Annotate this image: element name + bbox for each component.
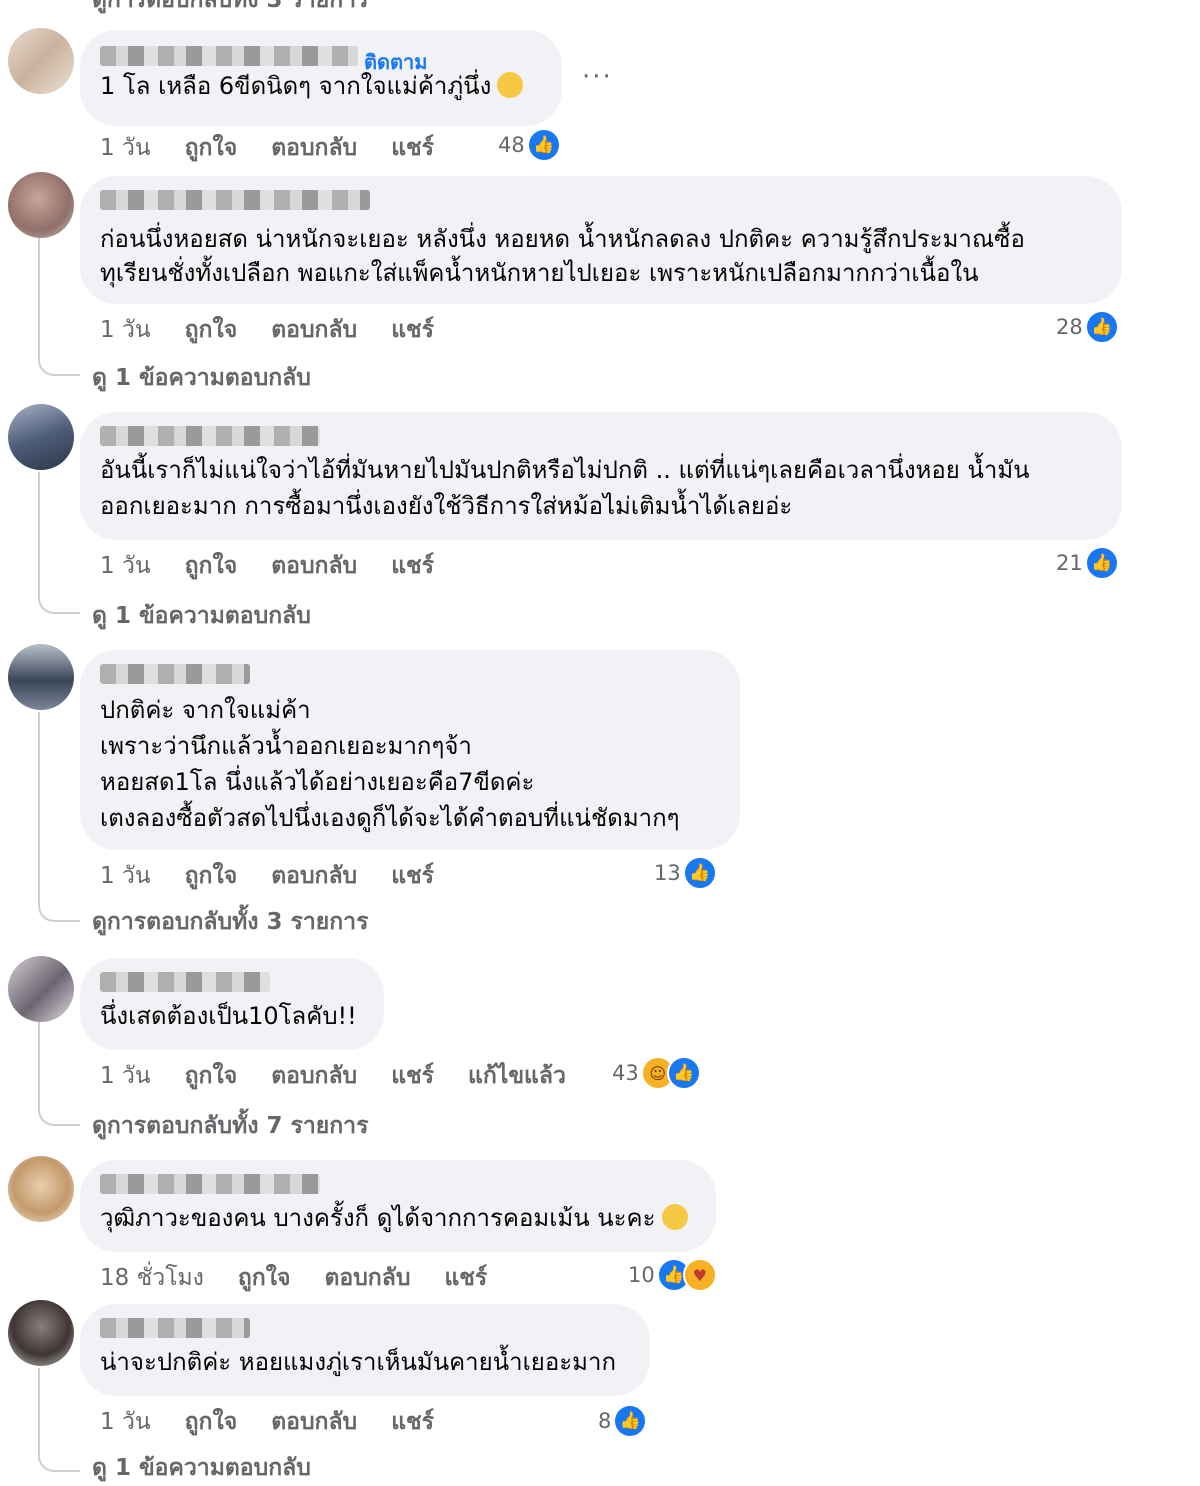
like-button[interactable]: ถูกใจ: [185, 863, 238, 889]
comment-bubble: ก่อนนึ่งหอยสด น่าหนักจะเยอะ หลังนึ่ง หอย…: [80, 176, 1122, 304]
reaction-count[interactable]: 8 👍: [598, 1404, 648, 1438]
comment-author[interactable]: [100, 1174, 696, 1196]
reply-button[interactable]: ตอบกลับ: [271, 317, 357, 343]
like-button[interactable]: ถูกใจ: [185, 553, 238, 579]
comment-actions: 1 วัน ถูกใจ ตอบกลับ แชร์: [100, 548, 460, 584]
reaction-count[interactable]: 43 ☺ 👍: [612, 1056, 701, 1090]
comment-text: ก่อนนึ่งหอยสด น่าหนักจะเยอะ หลังนึ่ง หอย…: [100, 225, 1025, 287]
share-button[interactable]: แชร์: [391, 1063, 434, 1089]
comment-time[interactable]: 1 วัน: [100, 1063, 151, 1089]
share-button[interactable]: แชร์: [391, 863, 434, 889]
reaction-count[interactable]: 48 👍: [498, 128, 561, 162]
comment-author[interactable]: [100, 190, 1102, 216]
comment-text: อันนี้เราก็ไม่แน่ใจว่าไอ้ที่มันหายไปมันป…: [100, 456, 1030, 520]
comment-bubble: อันนี้เราก็ไม่แน่ใจว่าไอ้ที่มันหายไปมันป…: [80, 412, 1122, 540]
comment-text: ปกติค่ะ จากใจแม่ค้า เพราะว่านึกแล้วน้ำออ…: [100, 696, 680, 832]
share-button[interactable]: แชร์: [391, 135, 434, 161]
comment-actions: 1 วัน ถูกใจ ตอบกลับ แชร์: [100, 1404, 460, 1440]
like-button[interactable]: ถูกใจ: [238, 1265, 291, 1291]
share-button[interactable]: แชร์: [391, 317, 434, 343]
thumbs-up-icon: 👍: [1084, 310, 1119, 344]
thumbs-up-icon: 👍: [613, 1404, 648, 1438]
comment-bubble: ปกติค่ะ จากใจแม่ค้า เพราะว่านึกแล้วน้ำออ…: [80, 650, 740, 850]
share-button[interactable]: แชร์: [444, 1265, 487, 1291]
comment-author[interactable]: [100, 1318, 630, 1340]
avatar[interactable]: [8, 1156, 74, 1222]
view-replies-link[interactable]: ดูการตอบกลับทั้ง 7 รายการ: [92, 1108, 368, 1144]
reply-button[interactable]: ตอบกลับ: [271, 135, 357, 161]
thumbs-up-icon: 👍: [526, 128, 561, 162]
comment-text: 1 โล เหลือ 6ขีดนิดๆ จากใจแม่ค้าภู่นึ่ง: [100, 68, 542, 104]
like-button[interactable]: ถูกใจ: [185, 1409, 238, 1435]
comment-bubble: นึ่งเสดต้องเป็น10โลคับ!!: [80, 958, 384, 1050]
view-replies-link-top[interactable]: ดูการตอบกลับทั้ง 3 รายการ: [92, 0, 368, 18]
more-options-icon[interactable]: ···: [582, 62, 613, 92]
comment-actions: 1 วัน ถูกใจ ตอบกลับ แชร์: [100, 312, 460, 348]
comment-actions: 18 ชั่วโมง ถูกใจ ตอบกลับ แชร์: [100, 1260, 513, 1296]
thread-elbow: [38, 1106, 80, 1126]
comment-text: วุฒิภาวะของคน บางครั้งก็ ดูได้จากการคอมเ…: [100, 1200, 696, 1236]
comment-bubble: วุฒิภาวะของคน บางครั้งก็ ดูได้จากการคอมเ…: [80, 1160, 716, 1252]
view-replies-link[interactable]: ดู 1 ข้อความตอบกลับ: [92, 360, 311, 396]
care-icon: ♥: [682, 1258, 717, 1292]
comment-time[interactable]: 1 วัน: [100, 553, 151, 579]
comment-author[interactable]: [100, 664, 720, 688]
like-button[interactable]: ถูกใจ: [185, 1063, 238, 1089]
thread-elbow: [38, 1452, 80, 1472]
reply-button[interactable]: ตอบกลับ: [271, 1063, 357, 1089]
avatar[interactable]: [8, 404, 74, 470]
thread-elbow: [38, 356, 80, 376]
reply-button[interactable]: ตอบกลับ: [324, 1265, 410, 1291]
like-button[interactable]: ถูกใจ: [185, 135, 238, 161]
comment-text: นึ่งเสดต้องเป็น10โลคับ!!: [100, 1002, 357, 1030]
reaction-count[interactable]: 13 👍: [654, 856, 717, 890]
view-replies-link[interactable]: ดู 1 ข้อความตอบกลับ: [92, 1450, 311, 1486]
thread-elbow: [38, 902, 80, 922]
comment-bubble: ติดตาม 1 โล เหลือ 6ขีดนิดๆ จากใจแม่ค้าภู…: [80, 30, 562, 126]
comment-actions: 1 วัน ถูกใจ ตอบกลับ แชร์: [100, 130, 460, 166]
thread-line: [38, 1368, 40, 1460]
share-button[interactable]: แชร์: [391, 1409, 434, 1435]
comment-author[interactable]: ติดตาม: [100, 46, 542, 74]
view-replies-link[interactable]: ดู 1 ข้อความตอบกลับ: [92, 598, 311, 634]
comment-author[interactable]: [100, 972, 364, 994]
comment-text: น่าจะปกติค่ะ หอยแมงภู่เราเห็นมันคายน้ำเย…: [100, 1348, 616, 1376]
view-replies-link[interactable]: ดูการตอบกลับทั้ง 3 รายการ: [92, 904, 368, 940]
comment-author[interactable]: [100, 426, 1102, 448]
comment-bubble: น่าจะปกติค่ะ หอยแมงภู่เราเห็นมันคายน้ำเย…: [80, 1304, 650, 1396]
reply-button[interactable]: ตอบกลับ: [271, 1409, 357, 1435]
comment-time[interactable]: 1 วัน: [100, 317, 151, 343]
thumbs-up-icon: 👍: [682, 856, 717, 890]
avatar[interactable]: [8, 172, 74, 238]
thumbs-up-icon: 👍: [1084, 546, 1119, 580]
thread-line: [38, 712, 40, 902]
reply-button[interactable]: ตอบกลับ: [271, 863, 357, 889]
thread-line: [38, 472, 40, 594]
thumbs-up-icon: 👍: [666, 1056, 701, 1090]
smiling-emoji-icon: [661, 1204, 688, 1230]
comment-time[interactable]: 1 วัน: [100, 863, 151, 889]
comment-actions: 1 วัน ถูกใจ ตอบกลับ แชร์: [100, 858, 460, 894]
avatar[interactable]: [8, 644, 74, 710]
thread-line: [38, 1020, 40, 1106]
reply-button[interactable]: ตอบกลับ: [271, 553, 357, 579]
edited-label[interactable]: แก้ไขแล้ว: [468, 1063, 566, 1089]
reaction-count[interactable]: 10 👍 ♥: [628, 1258, 717, 1292]
comment-actions: 1 วัน ถูกใจ ตอบกลับ แชร์ แก้ไขแล้ว: [100, 1058, 592, 1094]
thread-elbow: [38, 594, 80, 614]
reaction-count[interactable]: 28 👍: [1056, 310, 1119, 344]
share-button[interactable]: แชร์: [391, 553, 434, 579]
like-button[interactable]: ถูกใจ: [185, 317, 238, 343]
comment-time[interactable]: 1 วัน: [100, 1409, 151, 1435]
crying-emoji-icon: [497, 72, 524, 98]
avatar[interactable]: [8, 1300, 74, 1366]
reaction-count[interactable]: 21 👍: [1056, 546, 1119, 580]
thread-line: [38, 236, 40, 356]
avatar[interactable]: [8, 956, 74, 1022]
comment-time[interactable]: 18 ชั่วโมง: [100, 1265, 204, 1291]
comment-time[interactable]: 1 วัน: [100, 135, 151, 161]
avatar[interactable]: [8, 28, 74, 94]
